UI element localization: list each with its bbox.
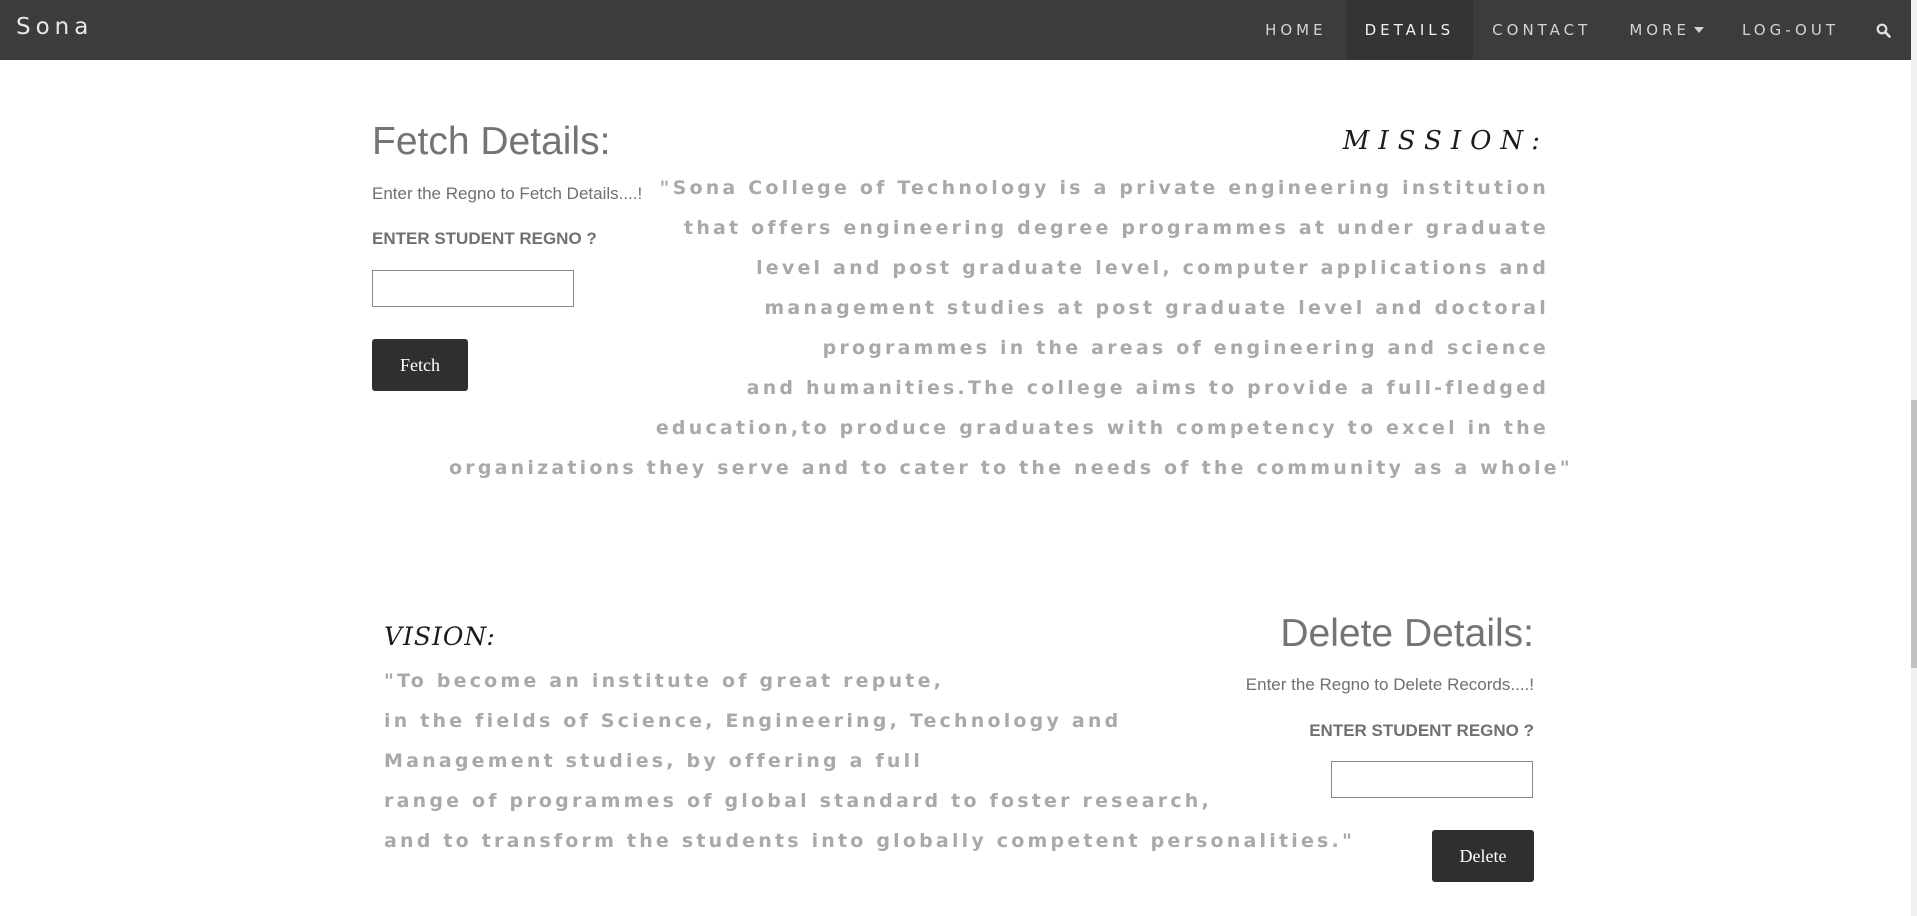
vision-line: range of programmes of global standard t… xyxy=(384,790,1212,812)
caret-down-icon xyxy=(1693,27,1704,33)
top-navbar: Sona HOME DETAILS CONTACT MORE LOG-OUT xyxy=(0,0,1911,60)
vision-line: in the fields of Science, Engineering, T… xyxy=(384,710,1122,732)
nav-item-more-label: MORE xyxy=(1629,21,1690,39)
nav-item-more[interactable]: MORE xyxy=(1610,0,1723,60)
nav-menu: HOME DETAILS CONTACT MORE LOG-OUT xyxy=(1246,0,1911,60)
scrollbar-thumb[interactable] xyxy=(1911,400,1917,668)
vision-line: "To become an institute of great repute, xyxy=(384,670,945,692)
mission-line: programmes in the areas of engineering a… xyxy=(822,337,1549,359)
delete-regno-input[interactable] xyxy=(1331,761,1533,798)
search-icon[interactable] xyxy=(1858,0,1911,60)
delete-regno-label: ENTER STUDENT REGNO ? xyxy=(1309,721,1534,740)
page-scrollbar[interactable] xyxy=(1911,0,1917,916)
nav-item-details[interactable]: DETAILS xyxy=(1345,0,1474,60)
nav-item-home[interactable]: HOME xyxy=(1246,0,1346,60)
mission-line: education,to produce graduates with comp… xyxy=(655,417,1549,439)
brand-logo[interactable]: Sona xyxy=(16,14,93,40)
mission-line: and humanities.The college aims to provi… xyxy=(746,377,1549,399)
nav-item-logout[interactable]: LOG-OUT xyxy=(1723,0,1858,60)
mission-title: MISSION: xyxy=(1342,126,1549,156)
mission-line: level and post graduate level, computer … xyxy=(756,257,1549,279)
mission-line: "Sona College of Technology is a private… xyxy=(659,177,1549,199)
nav-item-contact[interactable]: CONTACT xyxy=(1473,0,1610,60)
vision-line: Management studies, by offering a full xyxy=(384,750,924,772)
mission-text: "Sona College of Technology is a private… xyxy=(449,168,1573,488)
mission-line: organizations they serve and to cater to… xyxy=(449,457,1573,479)
vision-text: "To become an institute of great repute,… xyxy=(384,661,1355,861)
delete-details-title: Delete Details: xyxy=(1280,612,1534,655)
delete-details-subtitle: Enter the Regno to Delete Records....! xyxy=(1245,675,1534,694)
mission-line: that offers engineering degree programme… xyxy=(684,217,1549,239)
delete-button[interactable]: Delete xyxy=(1432,830,1534,882)
search-icon-glyph xyxy=(1876,23,1891,38)
vision-title: VISION: xyxy=(384,622,496,651)
fetch-details-title: Fetch Details: xyxy=(372,120,611,163)
mission-line: management studies at post graduate leve… xyxy=(764,297,1549,319)
vision-line: and to transform the students into globa… xyxy=(384,830,1356,852)
